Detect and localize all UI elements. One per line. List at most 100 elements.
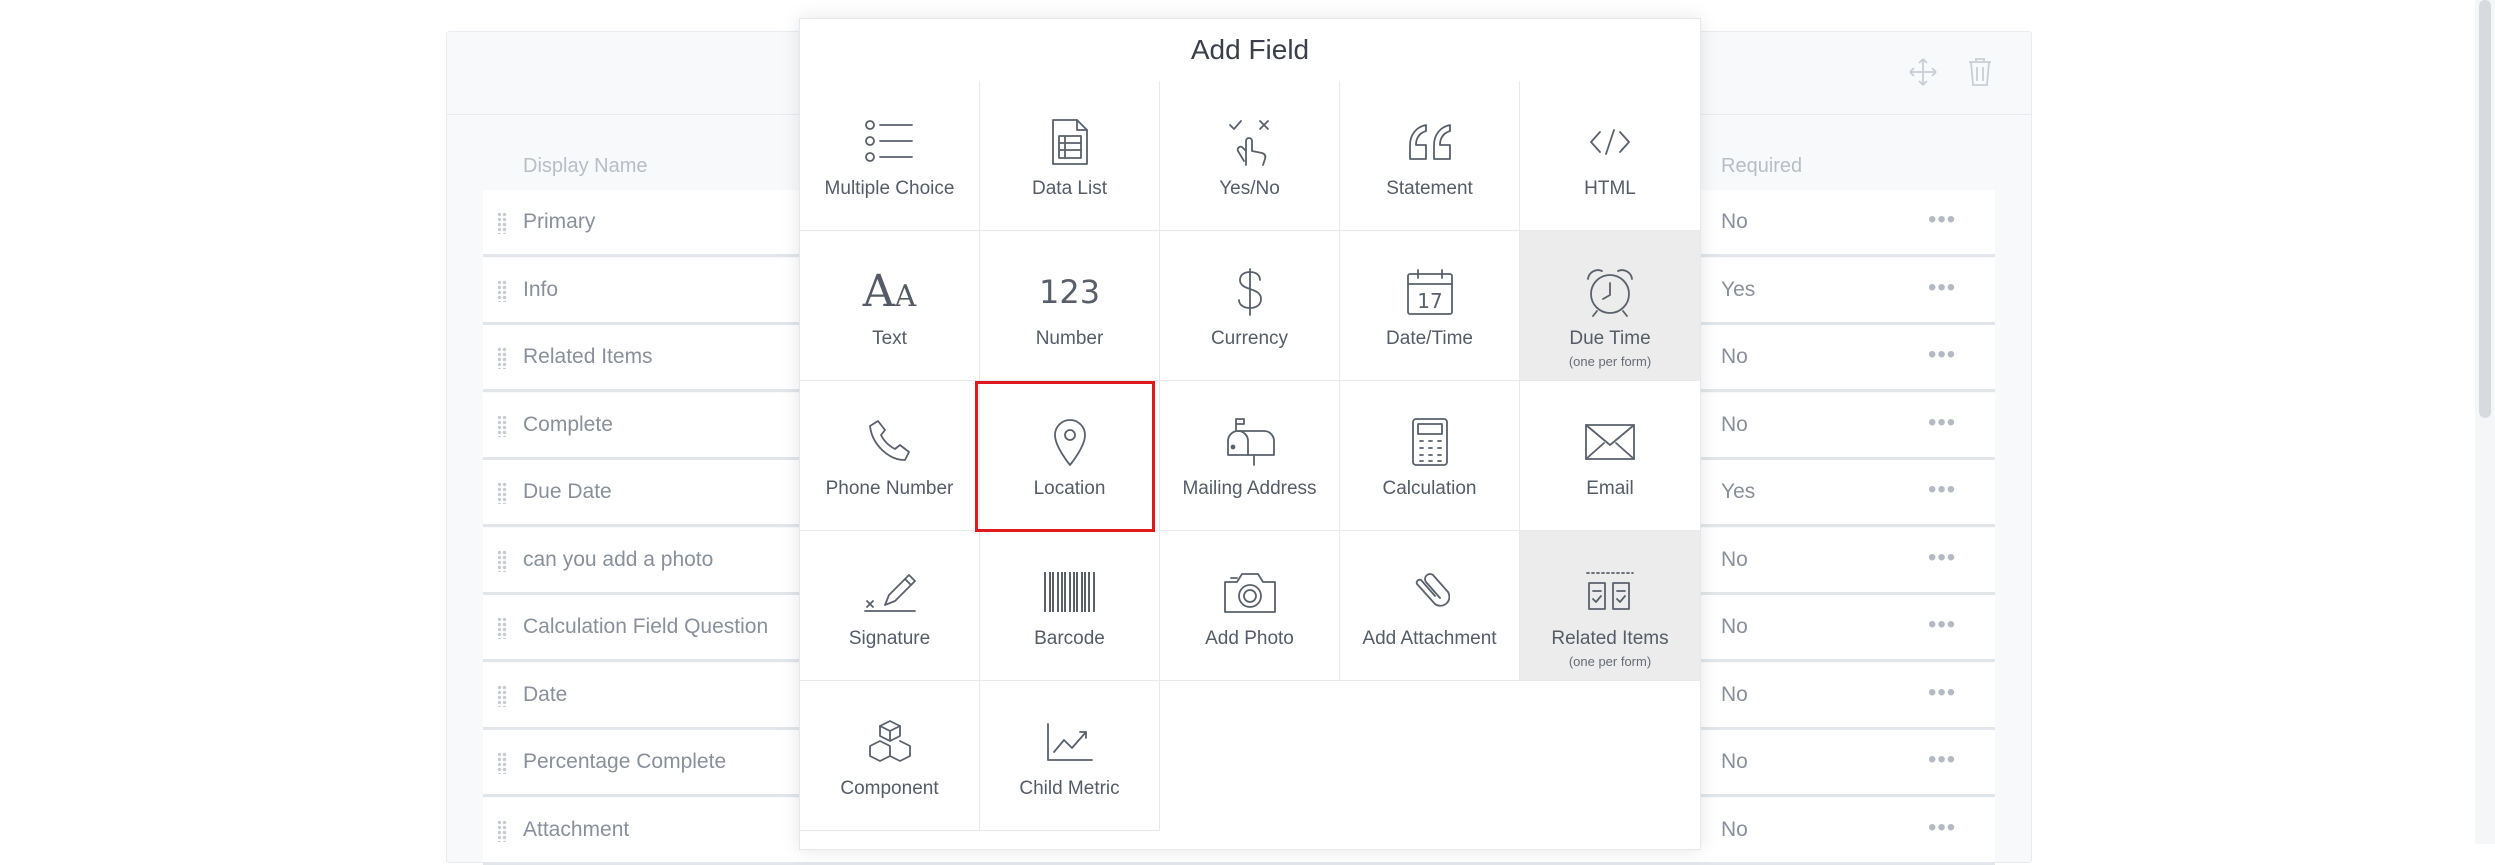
row-more-options-icon[interactable]: ••• — [1928, 746, 1956, 774]
tile-sublabel: (one per form) — [1568, 354, 1652, 369]
drag-handle-icon[interactable] — [497, 752, 507, 774]
field-tile-due-time[interactable]: Due Time (one per form) — [1520, 231, 1700, 381]
text-icon: AA — [862, 266, 917, 317]
row-required-value: No — [1721, 682, 1748, 706]
row-required-value: No — [1721, 345, 1748, 368]
row-display-name: Calculation Field Question — [523, 615, 769, 638]
field-tile-mailing-address[interactable]: Mailing Address — [1160, 381, 1340, 531]
row-more-options-icon[interactable]: ••• — [1928, 341, 1956, 369]
row-required-value: Yes — [1721, 480, 1756, 503]
scrollbar-thumb[interactable] — [2479, 0, 2491, 418]
location-pin-icon — [1042, 417, 1098, 467]
row-display-name: Complete — [523, 412, 613, 436]
tile-label: HTML — [1584, 178, 1636, 199]
tile-label: Barcode — [1034, 628, 1105, 649]
field-tile-currency[interactable]: Currency — [1160, 231, 1340, 381]
drag-handle-icon[interactable] — [497, 414, 507, 437]
row-more-options-icon[interactable]: ••• — [1928, 476, 1956, 504]
tile-sublabel: (one per form) — [1568, 654, 1652, 669]
row-required-value: No — [1721, 412, 1748, 436]
tile-label: Calculation — [1382, 478, 1477, 499]
calendar-icon: 17 — [1402, 267, 1458, 317]
field-tile-child-metric[interactable]: Child Metric — [980, 681, 1160, 831]
tile-label: Text — [872, 328, 907, 349]
yes-no-icon — [1222, 117, 1278, 167]
move-arrows-icon[interactable] — [1905, 54, 1941, 90]
row-required-value: No — [1721, 547, 1748, 571]
page-scrollbar[interactable] — [2475, 0, 2495, 844]
row-more-options-icon[interactable]: ••• — [1928, 409, 1956, 437]
alarm-clock-icon — [1582, 267, 1638, 317]
tile-label: Add Photo — [1205, 628, 1294, 649]
calculator-icon — [1402, 417, 1458, 467]
column-header-display-name: Display Name — [523, 155, 648, 177]
row-more-options-icon[interactable]: ••• — [1928, 274, 1956, 302]
html-icon — [1582, 117, 1638, 167]
drag-handle-icon[interactable] — [497, 549, 507, 572]
row-more-options-icon[interactable]: ••• — [1928, 679, 1956, 707]
tile-label: Location — [1033, 478, 1106, 499]
drag-handle-icon[interactable] — [497, 819, 507, 842]
tile-label: Related Items — [1551, 628, 1669, 649]
field-tile-html[interactable]: HTML — [1520, 81, 1700, 231]
field-tile-location[interactable]: Location — [980, 381, 1160, 531]
row-display-name: can you add a photo — [523, 547, 714, 571]
field-tile-statement[interactable]: Statement — [1340, 81, 1520, 231]
field-tile-add-photo[interactable]: Add Photo — [1160, 531, 1340, 681]
field-tile-add-attachment[interactable]: Add Attachment — [1340, 531, 1520, 681]
tile-label: Multiple Choice — [824, 178, 955, 199]
paperclip-icon — [1402, 567, 1458, 617]
cubes-icon — [862, 717, 918, 767]
row-required-value: No — [1721, 817, 1748, 841]
field-tile-email[interactable]: Email — [1520, 381, 1700, 531]
row-display-name: Info — [523, 277, 559, 301]
row-more-options-icon[interactable]: ••• — [1928, 814, 1956, 842]
tile-label: Number — [1035, 328, 1104, 349]
tile-label: Statement — [1386, 178, 1473, 199]
tile-label: Due Time — [1569, 328, 1651, 349]
row-required-value: No — [1721, 750, 1748, 773]
field-tile-number[interactable]: 123 Number — [980, 231, 1160, 381]
field-tile-related-items[interactable]: Related Items (one per form) — [1520, 531, 1700, 681]
number-icon: 123 — [1038, 273, 1101, 311]
row-display-name: Due Date — [523, 480, 612, 503]
field-tile-data-list[interactable]: Data List — [980, 81, 1160, 231]
statement-icon — [1402, 117, 1458, 167]
currency-icon — [1222, 267, 1278, 317]
field-tile-phone-number[interactable]: Phone Number — [800, 381, 980, 531]
row-display-name: Primary — [523, 210, 596, 233]
field-tile-signature[interactable]: Signature — [800, 531, 980, 681]
field-tile-multiple-choice[interactable]: Multiple Choice — [800, 81, 980, 231]
tile-label: Phone Number — [825, 478, 954, 499]
drag-handle-icon[interactable] — [497, 279, 507, 302]
trash-icon[interactable] — [1962, 54, 1998, 90]
drag-handle-icon[interactable] — [497, 684, 507, 707]
chart-line-icon — [1042, 717, 1098, 767]
field-tile-text[interactable]: AA Text — [800, 231, 980, 381]
field-tile-barcode[interactable]: Barcode — [980, 531, 1160, 681]
envelope-icon — [1582, 417, 1638, 467]
tile-label: Mailing Address — [1182, 478, 1317, 499]
row-display-name: Date — [523, 682, 568, 706]
tile-label: Data List — [1032, 178, 1107, 199]
mailbox-icon — [1222, 417, 1278, 467]
drag-handle-icon[interactable] — [497, 212, 507, 234]
field-tile-component[interactable]: Component — [800, 681, 980, 831]
drag-handle-icon[interactable] — [497, 617, 507, 639]
svg-text:17: 17 — [1417, 289, 1442, 313]
row-more-options-icon[interactable]: ••• — [1928, 206, 1956, 234]
phone-icon — [862, 417, 918, 467]
row-display-name: Percentage Complete — [523, 750, 727, 773]
drag-handle-icon[interactable] — [497, 482, 507, 504]
tile-label: Currency — [1210, 328, 1289, 349]
row-more-options-icon[interactable]: ••• — [1928, 544, 1956, 572]
data-list-icon — [1042, 117, 1098, 167]
related-items-icon — [1582, 567, 1638, 617]
drag-handle-icon[interactable] — [497, 347, 507, 369]
field-tile-calculation[interactable]: Calculation — [1340, 381, 1520, 531]
field-tile-yes-no[interactable]: Yes/No — [1160, 81, 1340, 231]
camera-icon — [1222, 567, 1278, 617]
row-required-value: No — [1721, 210, 1748, 233]
row-more-options-icon[interactable]: ••• — [1928, 611, 1956, 639]
field-tile-date-time[interactable]: 17 Date/Time — [1340, 231, 1520, 381]
